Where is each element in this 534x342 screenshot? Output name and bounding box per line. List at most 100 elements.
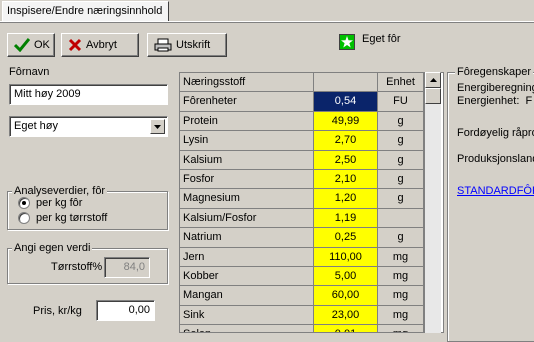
column-header-value[interactable] [314, 73, 378, 93]
star-icon [341, 36, 353, 48]
table-row[interactable]: Kalsium/Fosfor 1,19 [180, 208, 443, 229]
table-row[interactable]: Selen0,01mg [180, 325, 443, 332]
print-button[interactable]: Utskrift [147, 33, 227, 57]
feed-name-input[interactable]: Mitt høy 2009 [9, 84, 168, 105]
nutrient-value-cell[interactable]: 1,20 [314, 189, 378, 209]
tab-divider [0, 21, 534, 23]
table-row[interactable]: Jern 110,00 mg [180, 247, 443, 267]
radio-per-kg-dm[interactable]: per kg tørrstoff [18, 212, 107, 224]
table-row[interactable]: Protein 49,99 g [180, 111, 443, 132]
nutrient-name: Fosfor [180, 169, 314, 190]
nutrient-value-cell[interactable]: 2,10 [314, 169, 378, 190]
chevron-down-icon [154, 124, 161, 129]
nutrient-name: Mangan [180, 286, 314, 306]
radio-button[interactable] [18, 197, 30, 209]
table-row[interactable]: Lysin 2,70 g [180, 131, 443, 151]
table-row[interactable]: Fosfor 2,10 g [180, 169, 443, 190]
radio-button[interactable] [18, 212, 30, 224]
nutrient-name: Protein [180, 111, 314, 132]
own-feed-label: Eget fôr [362, 33, 401, 45]
nutrient-value-cell[interactable]: 60,00 [314, 286, 378, 306]
feed-type-value: Eget høy [14, 120, 59, 132]
printer-icon [154, 38, 172, 52]
table-row[interactable]: Mangan 60,00 mg [180, 286, 443, 306]
radio-per-kg-feed[interactable]: per kg fôr [18, 197, 82, 209]
nutrient-unit: g [378, 228, 424, 248]
nutrient-unit: FU [378, 92, 424, 112]
nutrient-value-cell[interactable]: 2,70 [314, 131, 378, 151]
scroll-thumb[interactable] [425, 88, 441, 104]
nutrient-unit: mg [378, 286, 424, 306]
cancel-button[interactable]: Avbryt [61, 33, 139, 57]
price-label: Pris, kr/kg [33, 305, 82, 317]
feed-properties-title: Fôregenskaper [455, 66, 533, 78]
nutrient-unit: mg [378, 305, 424, 326]
energy-unit-label: Energienhet: F [457, 95, 533, 107]
feed-name-label: Fôrnavn [9, 66, 50, 78]
nutrient-name: Lysin [180, 131, 314, 151]
table-row[interactable]: Magnesium 1,20 g [180, 189, 443, 209]
nutrient-name: Kobber [180, 266, 314, 287]
print-button-label: Utskrift [176, 39, 211, 51]
analysis-group-title: Analyseverdier, fôr [12, 185, 108, 197]
table-row[interactable]: Sink 23,00 mg [180, 305, 443, 326]
radio-label: per kg tørrstoff [36, 212, 108, 224]
dry-matter-label: Tørrstoff% [51, 261, 103, 273]
feed-type-select[interactable]: Eget høy [9, 116, 168, 137]
scroll-up-button[interactable] [425, 72, 441, 88]
nutrient-value-cell[interactable]: 5,00 [314, 266, 378, 287]
nutrient-unit: g [378, 131, 424, 151]
nutrient-name: Fôrenheter [180, 92, 314, 112]
dry-matter-input[interactable]: 84,0 [104, 257, 150, 278]
nutrient-unit: mg [378, 266, 424, 287]
ok-button[interactable]: OK [7, 33, 55, 57]
nutrient-value-cell[interactable]: 0,54 [314, 92, 378, 112]
nutrient-name: Natrium [180, 228, 314, 248]
checkmark-icon [14, 38, 30, 52]
table-row[interactable]: Kobber 5,00 mg [180, 266, 443, 287]
nutrient-name: Jern [180, 247, 314, 267]
price-input[interactable]: 0,00 [96, 300, 155, 321]
nutrient-value-cell[interactable]: 110,00 [314, 247, 378, 267]
cross-icon [68, 38, 82, 52]
nutrient-value-cell[interactable]: 1,19 [314, 208, 378, 229]
dropdown-button[interactable] [150, 119, 165, 134]
ok-button-label: OK [34, 39, 50, 51]
grid-scrollbar[interactable] [424, 72, 441, 333]
nutrient-unit: mg [378, 247, 424, 267]
table-row[interactable]: Kalsium 2,50 g [180, 150, 443, 170]
nutrient-unit: mg [378, 325, 424, 332]
nutrient-unit: g [378, 169, 424, 190]
nutrient-unit: g [378, 111, 424, 132]
nutrient-value-cell[interactable]: 49,99 [314, 111, 378, 132]
energy-calc-label: Energiberegning [457, 82, 534, 94]
column-header-nutrient[interactable]: Næringsstoff [180, 73, 314, 93]
nutrient-name: Sink [180, 305, 314, 326]
table-row[interactable]: Natrium 0,25 g [180, 228, 443, 248]
nutrient-value-cell[interactable]: 0,25 [314, 228, 378, 248]
chevron-up-icon [429, 78, 437, 82]
column-header-unit[interactable]: Enhet [378, 73, 424, 93]
own-feed-checkbox[interactable] [339, 34, 355, 50]
nutrient-unit: g [378, 189, 424, 209]
nutrient-unit: g [378, 150, 424, 170]
nutrient-name: Selen [180, 325, 314, 332]
tab-inspect-edit[interactable]: Inspisere/Endre næringsinnhold [2, 1, 170, 21]
cancel-button-label: Avbryt [86, 39, 117, 51]
standard-feed-link[interactable]: STANDARDFÔR [457, 185, 534, 197]
production-country-label: Produksjonsland [457, 153, 534, 165]
digestible-protein-label: Fordøyelig råpro [457, 127, 534, 139]
radio-label: per kg fôr [36, 197, 83, 209]
nutrient-name: Kalsium [180, 150, 314, 170]
nutrient-value-cell[interactable]: 2,50 [314, 150, 378, 170]
nutrient-grid[interactable]: Næringsstoff Enhet Fôrenheter 0,54 FU Prote… [179, 72, 444, 333]
own-value-group-title: Angi egen verdi [12, 242, 93, 254]
nutrient-value-cell[interactable]: 0,01 [314, 325, 378, 332]
grid-body: Fôrenheter 0,54 FU Protein 49,99 g Lysin 2,70 g K… [180, 92, 443, 332]
nutrient-value-cell[interactable]: 23,00 [314, 305, 378, 326]
grid-header: Næringsstoff Enhet [180, 73, 443, 93]
nutrient-name: Kalsium/Fosfor [180, 208, 314, 229]
table-row[interactable]: Fôrenheter 0,54 FU [180, 92, 443, 112]
feed-properties-group [447, 72, 534, 342]
nutrient-name: Magnesium [180, 189, 314, 209]
